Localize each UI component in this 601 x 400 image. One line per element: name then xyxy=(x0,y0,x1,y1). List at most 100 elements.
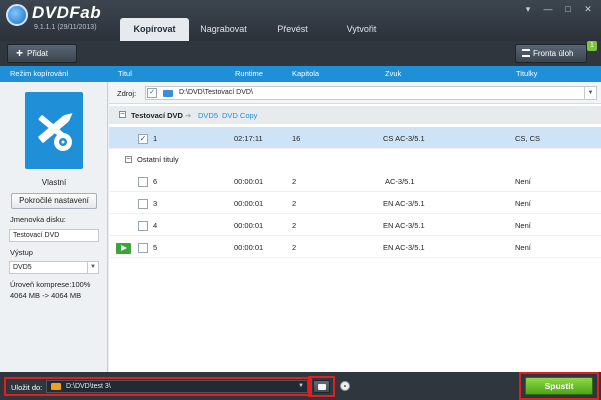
save-path-select[interactable]: D:\DVD\test 3\ ▼ xyxy=(46,380,308,393)
col-runtime: Runtime xyxy=(235,69,263,78)
title-subtitles[interactable]: Není xyxy=(515,221,531,230)
table-row[interactable]: 3 00:00:01 2 EN AC-3/5.1 Není xyxy=(109,192,601,214)
tab-copy[interactable]: Kopírovat xyxy=(120,18,189,41)
browse-folder-button[interactable] xyxy=(313,380,330,393)
title-audio[interactable]: EN AC-3/5.1 xyxy=(383,243,425,252)
title-audio[interactable]: AC-3/5.1 xyxy=(385,177,415,186)
dvdfab-logo-icon xyxy=(6,4,28,26)
output-select[interactable]: DVD5 ▼ xyxy=(9,261,99,274)
title-runtime: 02:17:11 xyxy=(234,134,263,143)
queue-list-icon xyxy=(522,49,530,57)
title-runtime: 00:00:01 xyxy=(234,221,264,230)
custom-mode-icon[interactable] xyxy=(25,92,83,169)
title-runtime: 00:00:01 xyxy=(234,199,264,208)
maximize-icon[interactable]: □ xyxy=(563,4,573,14)
app-brand: DVDFab xyxy=(32,3,102,22)
title-checkbox[interactable]: ✓ xyxy=(138,134,148,144)
other-titles-header: – Ostatní tituly xyxy=(109,149,601,169)
title-number: 3 xyxy=(153,199,158,208)
source-select[interactable]: ✓ D:\DVD\Testovací DVD\ ▼ xyxy=(145,86,597,100)
title-runtime: 00:00:01 xyxy=(234,243,264,252)
title-chapters: 2 xyxy=(292,221,297,230)
task-queue-label: Fronta úloh xyxy=(533,49,574,58)
source-bar: Zdroj: ✓ D:\DVD\Testovací DVD\ ▼ xyxy=(109,82,601,104)
title-number: 4 xyxy=(153,221,158,230)
title-list-area: Zdroj: ✓ D:\DVD\Testovací DVD\ ▼ – Testo… xyxy=(109,82,601,372)
iso-output-icon[interactable] xyxy=(339,380,353,393)
title-checkbox[interactable] xyxy=(138,177,148,187)
copy-mode-panel: Vlastní Pokročilé nastavení Jmenovka dis… xyxy=(0,82,108,372)
title-checkbox[interactable] xyxy=(138,221,148,231)
table-row[interactable]: 6 00:00:01 2 AC-3/5.1 Není xyxy=(109,170,601,192)
title-chapters: 16 xyxy=(292,134,301,143)
app-version: 9.1.1.1 (29/11/2013) xyxy=(34,24,97,31)
chevron-down-icon[interactable]: ▼ xyxy=(584,87,596,99)
other-titles-label: Ostatní tituly xyxy=(137,155,179,164)
tab-create[interactable]: Vytvořit xyxy=(327,18,396,41)
add-button[interactable]: + Přidat xyxy=(7,44,77,63)
task-queue-button[interactable]: Fronta úloh xyxy=(515,44,587,63)
source-path: D:\DVD\Testovací DVD\ xyxy=(179,89,253,96)
save-to-group: Uložit do: D:\DVD\test 3\ ▼ xyxy=(4,377,312,396)
title-audio[interactable]: CS AC-3/5.1 xyxy=(383,134,425,143)
start-highlight: Spustit xyxy=(519,372,599,400)
title-number: 6 xyxy=(153,177,158,186)
copy-mode-link[interactable]: DVD Copy xyxy=(222,111,257,120)
title-chapters: 2 xyxy=(292,243,297,252)
toolbar: + Přidat Fronta úloh xyxy=(0,41,601,66)
title-chapters: 2 xyxy=(292,177,297,186)
chevron-down-icon: ▼ xyxy=(87,262,98,273)
target-size[interactable]: DVD5 xyxy=(198,111,218,120)
disc-icon xyxy=(340,381,350,391)
title-checkbox[interactable] xyxy=(138,243,148,253)
queue-count-badge: 1 xyxy=(587,41,597,51)
title-audio[interactable]: EN AC-3/5.1 xyxy=(383,199,425,208)
title-subtitles[interactable]: CS, CS xyxy=(515,134,540,143)
source-checkbox[interactable]: ✓ xyxy=(147,88,157,98)
folder-icon xyxy=(163,90,173,97)
close-icon[interactable]: ✕ xyxy=(583,4,593,14)
tab-convert[interactable]: Převést xyxy=(258,18,327,41)
title-subtitles[interactable]: Není xyxy=(515,177,531,186)
chevron-down-icon[interactable]: ▼ xyxy=(298,381,304,392)
title-bar: DVDFab 9.1.1.1 (29/11/2013) Kopírovat Na… xyxy=(0,0,601,41)
arrow-right-icon: ➔ xyxy=(185,111,192,120)
output-caption: Výstup xyxy=(10,248,33,257)
start-button[interactable]: Spustit xyxy=(525,377,593,395)
source-label: Zdroj: xyxy=(117,89,137,98)
disc-label-input[interactable]: Testovací DVD xyxy=(9,229,99,242)
col-copy-mode: Režim kopírování xyxy=(10,69,69,78)
title-runtime: 00:00:01 xyxy=(234,177,264,186)
collapse-icon[interactable]: – xyxy=(119,110,126,118)
table-row[interactable]: 4 00:00:01 2 EN AC-3/5.1 Není xyxy=(109,214,601,236)
collapse-icon[interactable]: – xyxy=(125,155,132,163)
title-number: 5 xyxy=(153,243,158,252)
advanced-settings-button[interactable]: Pokročilé nastavení xyxy=(11,193,97,209)
col-title: Titul xyxy=(118,69,132,78)
title-audio[interactable]: EN AC-3/5.1 xyxy=(383,221,425,230)
tab-rip[interactable]: Nagrabovat xyxy=(189,18,258,41)
disc-title-row: – Testovací DVD ➔ DVD5 DVD Copy xyxy=(109,106,601,124)
table-row[interactable]: ✓ 1 02:17:11 16 CS AC-3/5.1 CS, CS xyxy=(109,127,601,149)
add-button-label: Přidat xyxy=(27,49,48,58)
title-checkbox[interactable] xyxy=(138,199,148,209)
column-header-bar: Režim kopírování Titul Runtime Kapitola … xyxy=(0,66,601,82)
table-row[interactable]: 5 00:00:01 2 EN AC-3/5.1 Není xyxy=(109,236,601,258)
minimize-icon[interactable]: — xyxy=(543,4,553,14)
title-chapters: 2 xyxy=(292,199,297,208)
browse-highlight xyxy=(308,376,335,397)
col-chapter: Kapitola xyxy=(292,69,320,78)
save-to-label: Uložit do: xyxy=(11,383,43,392)
col-audio: Zvuk xyxy=(385,69,402,78)
main-tabs: Kopírovat Nagrabovat Převést Vytvořit xyxy=(120,18,396,41)
disc-label-caption: Jmenovka disku: xyxy=(10,215,66,224)
title-subtitles[interactable]: Není xyxy=(515,243,531,252)
title-subtitles[interactable]: Není xyxy=(515,199,531,208)
compression-sizes: 4064 MB -> 4064 MB xyxy=(10,291,82,300)
folder-icon xyxy=(51,383,61,390)
settings-menu-icon[interactable]: ▾ xyxy=(523,4,533,14)
col-subtitles: Titulky xyxy=(516,69,538,78)
output-select-value: DVD5 xyxy=(13,264,32,271)
play-icon[interactable] xyxy=(116,243,131,254)
title-number: 1 xyxy=(153,134,158,143)
